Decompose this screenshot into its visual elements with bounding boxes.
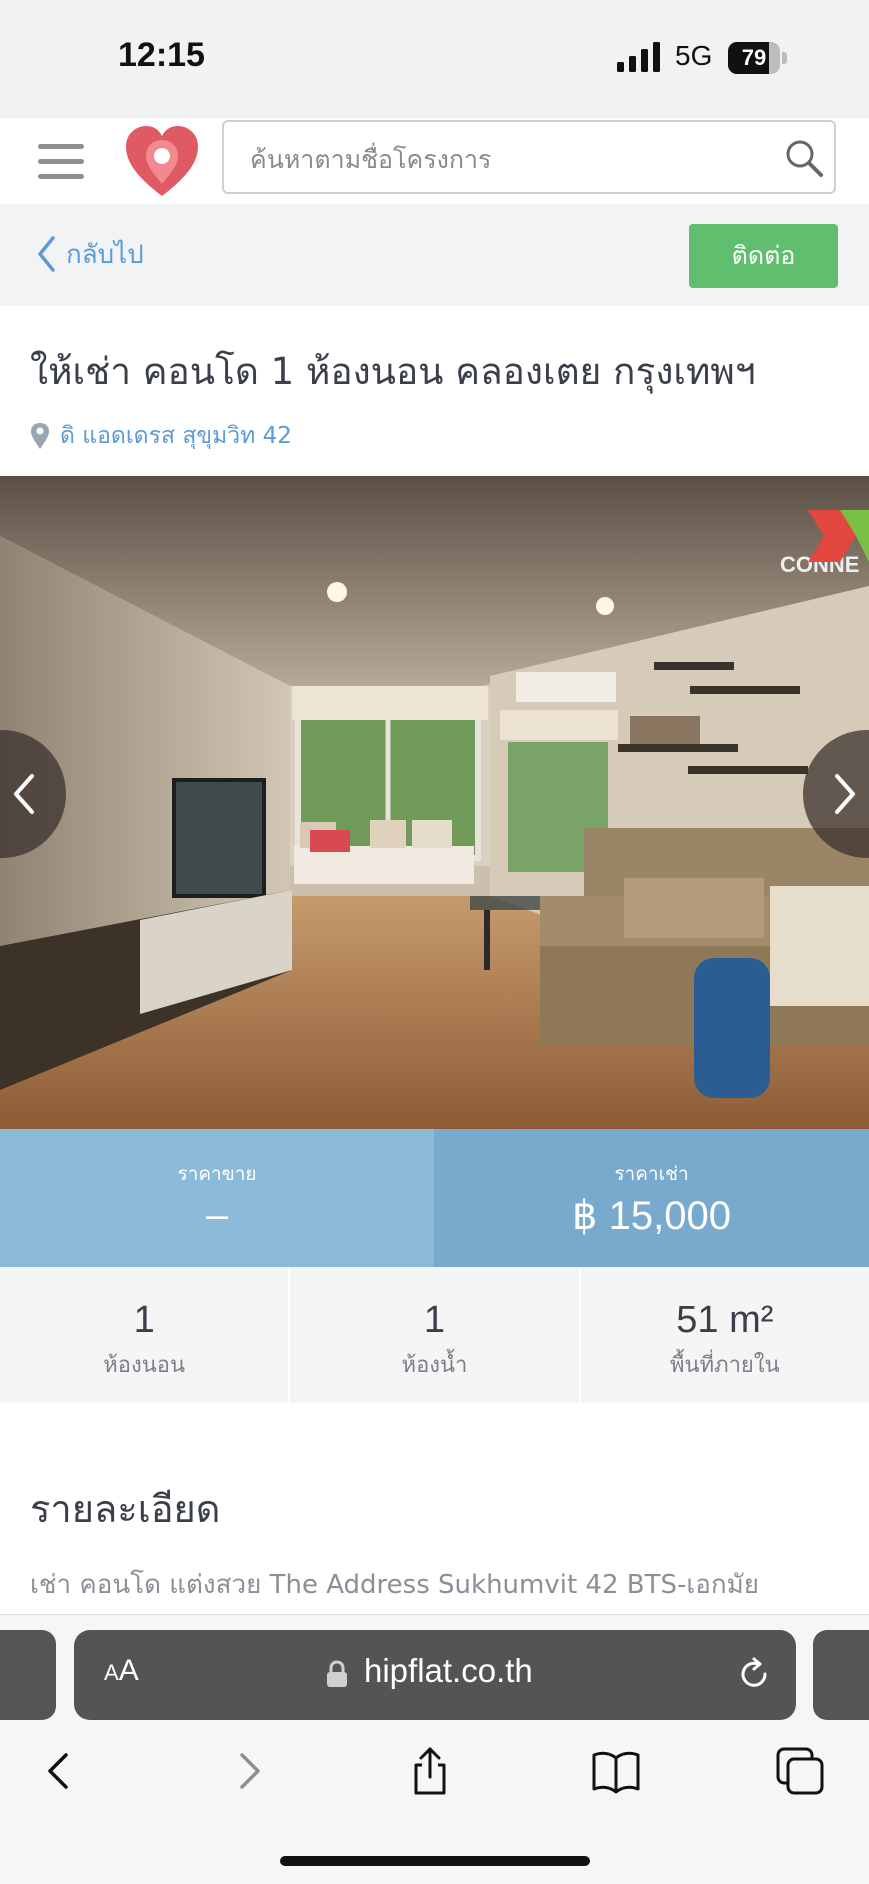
- back-label: กลับไป: [66, 239, 144, 270]
- previous-tab-preview[interactable]: [0, 1630, 56, 1720]
- network-type: 5G: [675, 40, 713, 71]
- share-icon[interactable]: [404, 1745, 456, 1797]
- address-bar[interactable]: AA hipflat.co.th: [74, 1630, 796, 1720]
- previous-photo-button[interactable]: [0, 730, 66, 858]
- sale-price-panel: ราคาขาย –: [0, 1129, 434, 1267]
- reload-icon[interactable]: [736, 1656, 772, 1692]
- tabs-icon[interactable]: [774, 1745, 826, 1797]
- bathrooms-value: 1: [423, 1299, 446, 1341]
- spec-area: 51 m² พื้นที่ภายใน: [581, 1267, 869, 1403]
- spec-bathrooms: 1 ห้องน้ำ: [290, 1267, 581, 1403]
- search-box: [222, 120, 836, 194]
- map-pin-icon: [31, 423, 49, 449]
- chevron-left-icon: [38, 236, 55, 272]
- living-room-image: CONNE: [0, 476, 869, 1129]
- hipflat-logo-icon[interactable]: [124, 126, 200, 198]
- chevron-right-icon: [835, 774, 855, 814]
- contact-button[interactable]: ติดต่อ: [689, 224, 838, 288]
- lock-icon: [327, 1660, 347, 1687]
- property-specs: 1 ห้องนอน 1 ห้องน้ำ 51 m² พื้นที่ภายใน: [0, 1267, 869, 1403]
- sale-price-value: –: [205, 1193, 229, 1237]
- next-photo-button[interactable]: [803, 730, 869, 858]
- browser-back-icon[interactable]: [34, 1745, 86, 1797]
- url-text: hipflat.co.th: [364, 1652, 533, 1689]
- rent-price-panel: ราคาเช่า ฿ 15,000: [434, 1129, 869, 1267]
- hamburger-menu-icon[interactable]: [38, 144, 86, 180]
- reader-text-size-button[interactable]: AA: [104, 1654, 139, 1688]
- browser-forward-icon[interactable]: [222, 1745, 274, 1797]
- home-indicator: [280, 1856, 590, 1866]
- listing-photo[interactable]: CONNE: [0, 476, 869, 1129]
- listing-location[interactable]: ดิ แอดเดรส สุขุมวิท 42: [30, 418, 292, 454]
- bathrooms-label: ห้องน้ำ: [401, 1353, 468, 1378]
- details-heading: รายละเอียด: [30, 1487, 221, 1531]
- area-value: 51 m²: [676, 1299, 774, 1341]
- search-input[interactable]: [248, 138, 752, 180]
- bedrooms-label: ห้องนอน: [103, 1353, 186, 1378]
- rent-price-value: ฿ 15,000: [572, 1194, 731, 1238]
- bookmarks-icon[interactable]: [590, 1745, 642, 1797]
- sale-price-label: ราคาขาย: [177, 1163, 257, 1185]
- battery-percent: 79: [741, 45, 767, 70]
- details-text: เช่า คอนโด แต่งสวย The Address Sukhumvit…: [30, 1570, 759, 1600]
- battery-icon: 79: [728, 42, 790, 74]
- cellular-signal-icon: [617, 42, 660, 72]
- search-icon[interactable]: [784, 138, 824, 178]
- status-time: 12:15: [118, 36, 205, 74]
- next-tab-preview[interactable]: [813, 1630, 869, 1720]
- area-label: พื้นที่ภายใน: [670, 1353, 780, 1378]
- spec-bedrooms: 1 ห้องนอน: [0, 1267, 291, 1403]
- back-link[interactable]: กลับไป: [36, 232, 144, 276]
- project-name-link: ดิ แอดเดรส สุขุมวิท 42: [60, 423, 292, 449]
- bedrooms-value: 1: [133, 1299, 155, 1341]
- listing-title: ให้เช่า คอนโด 1 ห้องนอน คลองเตย กรุงเทพฯ: [30, 350, 756, 393]
- rent-price-label: ราคาเช่า: [614, 1163, 689, 1185]
- chevron-left-icon: [14, 774, 34, 814]
